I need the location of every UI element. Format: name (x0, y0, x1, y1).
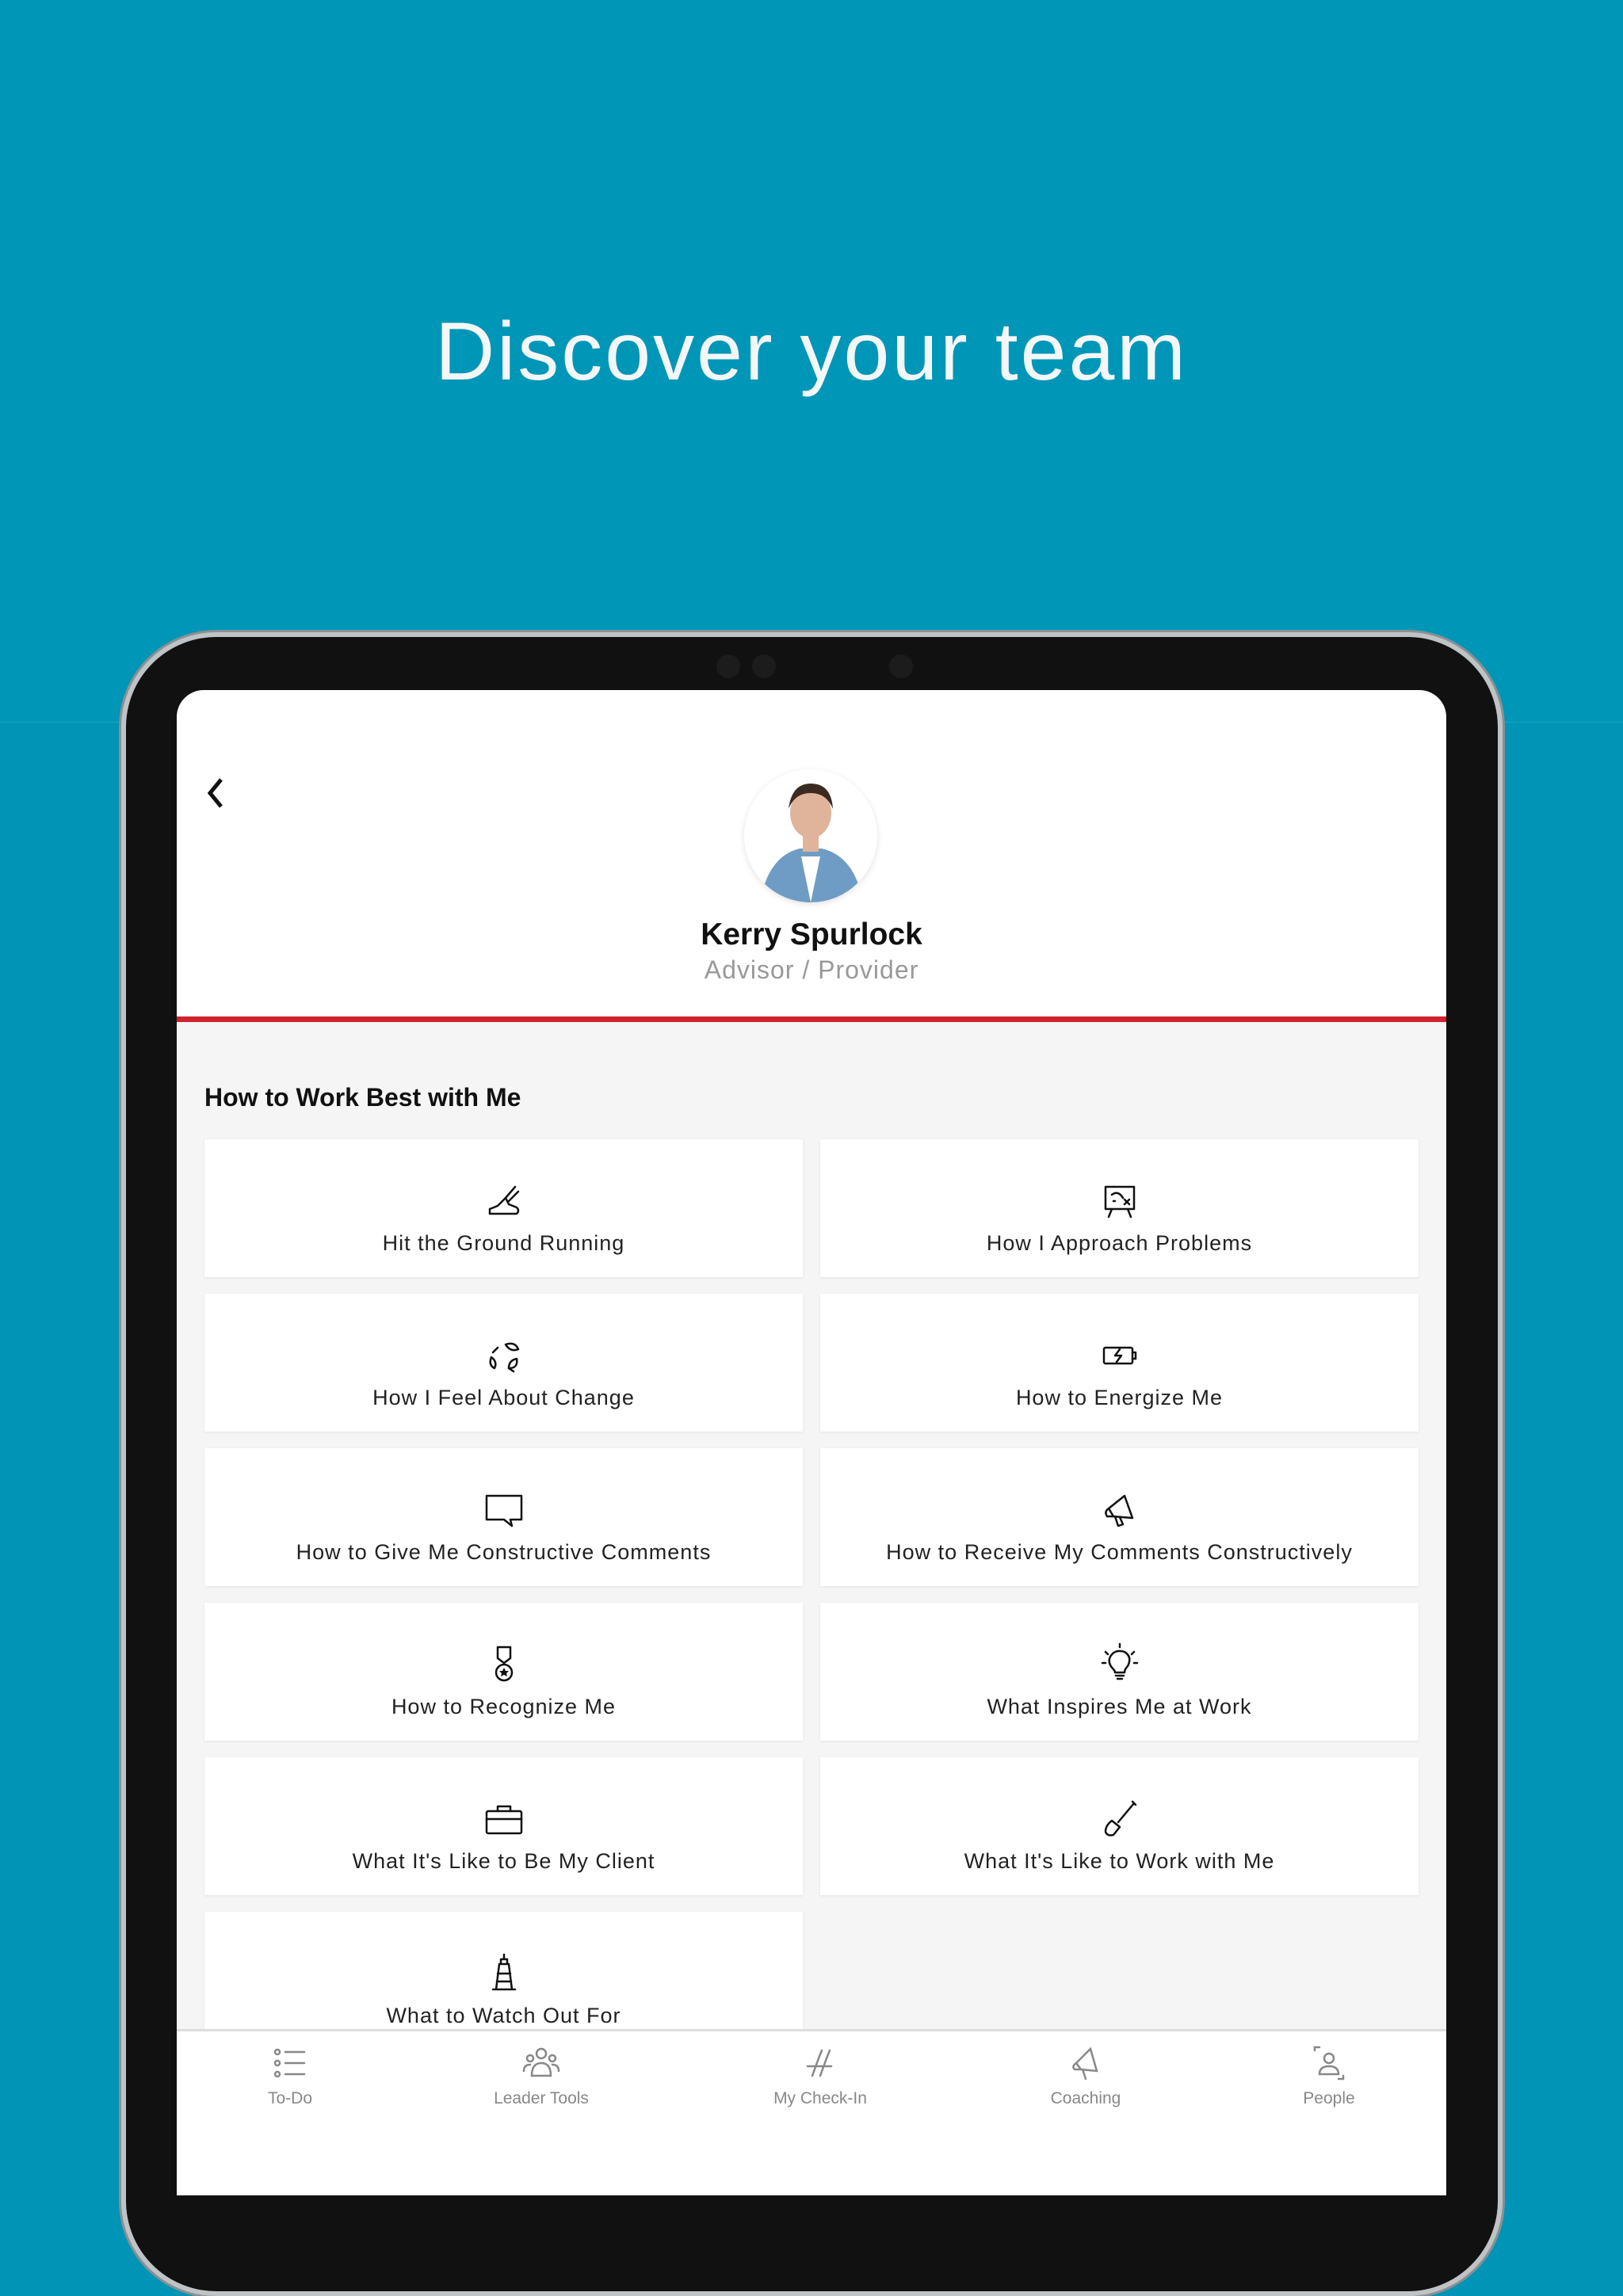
card-what-it-s-like-to-work-with-me[interactable]: What It's Like to Work with Me (820, 1757, 1419, 1895)
card-what-inspires-me-at-work[interactable]: What Inspires Me at Work (820, 1603, 1419, 1741)
list-icon (273, 2048, 306, 2078)
card-how-to-give-me-constructive-comments[interactable]: How to Give Me Constructive Comments (204, 1448, 803, 1586)
tab-label: Leader Tools (494, 2089, 589, 2107)
card-label: What Inspires Me at Work (987, 1695, 1252, 1718)
tab-coaching[interactable]: Coaching (991, 2042, 1181, 2108)
briefcase-icon (485, 1805, 522, 1835)
tab-label: To-Do (267, 2089, 313, 2107)
camera-icon (752, 654, 776, 678)
battery-charging-icon (1102, 1346, 1136, 1365)
megaphone-icon (1072, 2046, 1098, 2081)
back-chevron-icon[interactable] (200, 773, 232, 813)
avatar (744, 769, 877, 902)
card-label: How to Receive My Comments Constructivel… (886, 1540, 1353, 1564)
card-hit-the-ground-running[interactable]: Hit the Ground Running (204, 1139, 803, 1277)
card-label: What to Watch Out For (386, 2004, 621, 2027)
strategy-board-icon (1104, 1185, 1135, 1219)
card-label: How to Energize Me (1015, 1386, 1224, 1409)
tab-label: My Check-In (773, 2089, 867, 2107)
running-shoe-icon (488, 1185, 519, 1215)
speech-bubble-icon (485, 1494, 522, 1527)
card-how-i-approach-problems[interactable]: How I Approach Problems (820, 1139, 1419, 1277)
tab-bar: To-Do Leader Tools My Check-In Coaching Peop… (177, 2029, 1446, 2195)
tab-label: People (1303, 2089, 1355, 2107)
section-title: How to Work Best with Me (204, 1083, 521, 1112)
sensor-icon (716, 654, 740, 678)
card-how-to-recognize-me[interactable]: How to Recognize Me (204, 1603, 803, 1741)
card-label: Hit the Ground Running (382, 1231, 625, 1255)
card-how-to-receive-my-comments-constructively[interactable]: How to Receive My Comments Constructivel… (820, 1448, 1419, 1586)
lighthouse-icon (491, 1953, 516, 1991)
tab-my-check-in[interactable]: My Check-In (725, 2042, 915, 2108)
card-label: How I Feel About Change (372, 1386, 635, 1409)
person-frame-icon (1313, 2046, 1345, 2081)
card-how-i-feel-about-change[interactable]: How I Feel About Change (204, 1294, 803, 1432)
chairs-icon (806, 2049, 833, 2077)
recycle-leaves-icon (488, 1342, 519, 1373)
profile-role: Advisor / Provider (704, 955, 919, 984)
app-screen: Kerry Spurlock Advisor / Provider How to… (177, 690, 1446, 2195)
megaphone-icon (1104, 1494, 1133, 1527)
card-label: What It's Like to Be My Client (352, 1849, 655, 1873)
tab-label: Coaching (1050, 2089, 1121, 2107)
shovel-icon (1104, 1800, 1136, 1836)
tab-to-do[interactable]: To-Do (195, 2042, 385, 2108)
lightbulb-icon (1101, 1642, 1138, 1680)
card-label: How to Give Me Constructive Comments (296, 1540, 712, 1564)
card-label: What It's Like to Work with Me (964, 1849, 1275, 1873)
tab-people[interactable]: People (1234, 2042, 1424, 2108)
medal-icon (495, 1646, 513, 1682)
card-label: How I Approach Problems (986, 1231, 1253, 1255)
sensor-icon (889, 654, 913, 678)
group-icon (522, 2047, 560, 2077)
card-label: How to Recognize Me (391, 1695, 617, 1718)
card-what-it-s-like-to-be-my-client[interactable]: What It's Like to Be My Client (204, 1757, 803, 1895)
hero-title: Discover your team (435, 306, 1188, 398)
card-how-to-energize-me[interactable]: How to Energize Me (820, 1294, 1419, 1432)
profile-name: Kerry Spurlock (701, 917, 922, 952)
tab-leader-tools[interactable]: Leader Tools (446, 2042, 636, 2108)
accent-divider (177, 1016, 1446, 1022)
